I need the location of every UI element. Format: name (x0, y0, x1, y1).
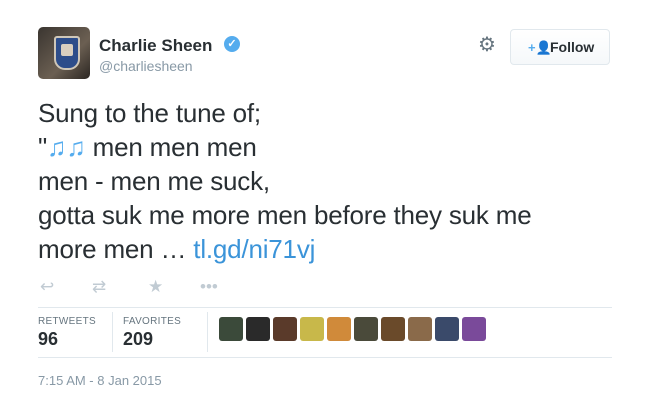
divider (38, 307, 612, 308)
add-user-icon: +👤 (528, 40, 552, 55)
follow-button[interactable]: +👤 Follow (510, 29, 610, 65)
tweet-line-5: more men … tl.gd/ni71vj (38, 232, 628, 266)
favorite-icon[interactable]: ★ (148, 278, 163, 296)
tweet-line-2: "♫♫ men men men (38, 130, 628, 164)
favoriter-avatar[interactable] (354, 317, 378, 341)
quote-mark: " (38, 132, 48, 162)
favoriter-avatar[interactable] (381, 317, 405, 341)
user-name[interactable]: Charlie Sheen (99, 36, 212, 56)
gear-icon[interactable]: ⚙ (478, 35, 496, 55)
tweet-link[interactable]: tl.gd/ni71vj (193, 234, 315, 264)
favorites-count[interactable]: 209 (123, 329, 153, 350)
reply-icon[interactable]: ↩ (40, 278, 54, 296)
tweet-timestamp[interactable]: 7:15 AM - 8 Jan 2015 (38, 373, 162, 388)
tweet-text: Sung to the tune of; "♫♫ men men men men… (38, 96, 628, 266)
tweet-line-1: Sung to the tune of; (38, 98, 261, 128)
verified-icon: ✓ (224, 36, 240, 52)
stat-separator (207, 312, 208, 352)
favoriter-avatar[interactable] (246, 317, 270, 341)
music-notes-icon: ♫♫ (47, 132, 86, 162)
retweet-icon[interactable]: ⇄ (92, 278, 106, 296)
favoriter-avatar[interactable] (273, 317, 297, 341)
retweets-count[interactable]: 96 (38, 329, 58, 350)
favoriter-avatar[interactable] (462, 317, 486, 341)
tweet-line-4: gotta suk me more men before they suk me (38, 200, 532, 230)
favoriter-avatar[interactable] (300, 317, 324, 341)
favoriter-avatar[interactable] (435, 317, 459, 341)
tweet-line-5-text: more men … (38, 234, 194, 264)
favorites-label: FAVORITES (123, 316, 182, 327)
favoriter-avatar[interactable] (219, 317, 243, 341)
user-avatar[interactable] (38, 27, 90, 79)
avatar-badge-icon (54, 36, 80, 70)
follow-label: Follow (550, 39, 595, 55)
divider (38, 357, 612, 358)
tweet-line-2-text: men men men (85, 132, 257, 162)
favoriter-avatar[interactable] (327, 317, 351, 341)
more-icon[interactable]: ••• (200, 278, 218, 296)
tweet-line-3: men - men me suck, (38, 166, 270, 196)
favoriter-avatar[interactable] (408, 317, 432, 341)
stat-separator (112, 312, 113, 352)
retweets-label: RETWEETS (38, 316, 96, 327)
user-handle[interactable]: @charliesheen (99, 58, 193, 74)
